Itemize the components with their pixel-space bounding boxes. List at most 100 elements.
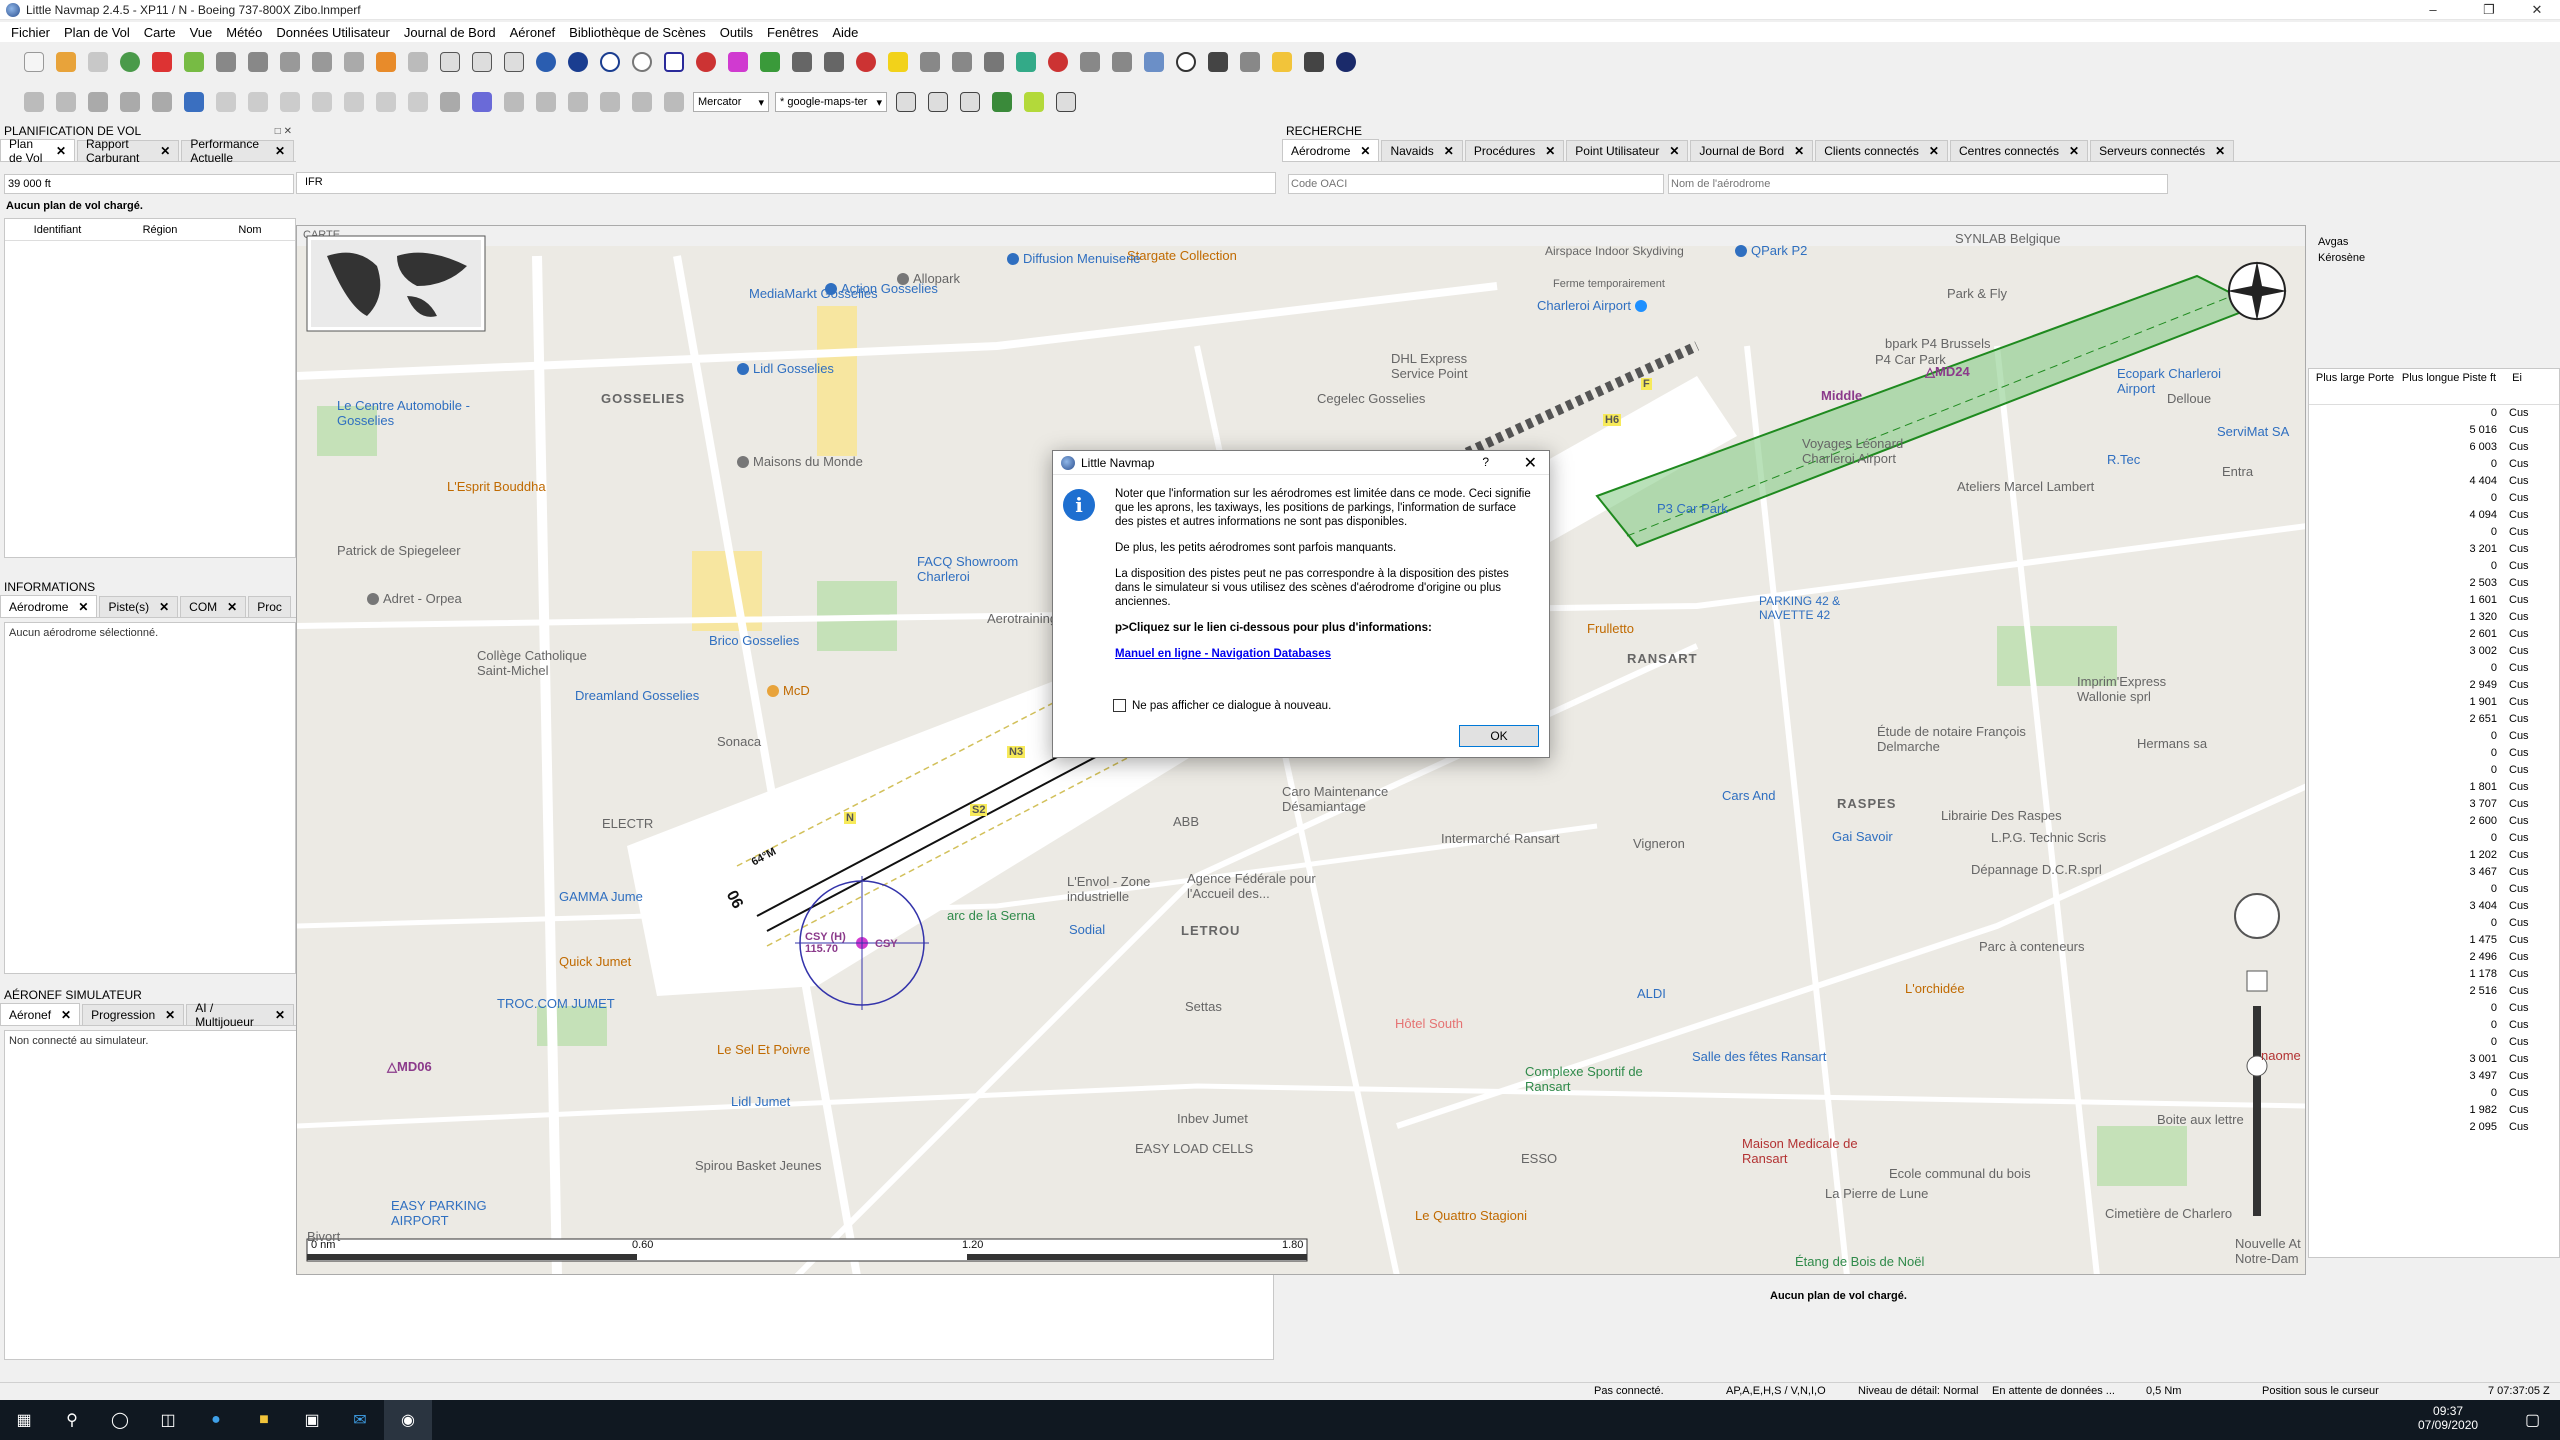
plane3-icon[interactable]	[1076, 48, 1104, 76]
poi-maison-med[interactable]: Maison Medicale de Ransart	[1742, 1136, 1882, 1166]
tab-pistes[interactable]: Piste(s) ✕	[99, 596, 179, 617]
redo-icon[interactable]	[52, 88, 80, 116]
poi-facq[interactable]: FACQ Showroom Charleroi	[917, 554, 1047, 584]
poi-spirou[interactable]: Spirou Basket Jeunes	[695, 1158, 821, 1173]
zoom-rect-icon[interactable]	[892, 88, 920, 116]
tab-plan-de-vol[interactable]: Plan de Vol ✕	[0, 137, 76, 165]
poi-ateliers[interactable]: Ateliers Marcel Lambert	[1957, 479, 2094, 494]
tool-icon[interactable]	[308, 48, 336, 76]
center-icon[interactable]	[180, 48, 208, 76]
poi-parkfly[interactable]: Park & Fly	[1947, 286, 2007, 301]
marker-md06[interactable]: △MD06	[387, 1059, 432, 1075]
poi-brico[interactable]: Brico Gosselies	[709, 633, 799, 648]
checkbox-box[interactable]	[1113, 699, 1126, 712]
wind6-icon[interactable]	[628, 88, 656, 116]
airspace-icon[interactable]	[820, 48, 848, 76]
close-icon[interactable]: ✕	[56, 144, 66, 158]
poi-dreamland[interactable]: Dreamland Gosselies	[575, 688, 699, 703]
cortana-icon[interactable]: ◯	[96, 1400, 144, 1440]
leg1-icon[interactable]	[212, 88, 240, 116]
airport-name-input[interactable]	[1668, 174, 2168, 194]
userpoint-icon[interactable]	[852, 48, 880, 76]
poi-synlab[interactable]: SYNLAB Belgique	[1955, 231, 2061, 246]
poi-lenvol[interactable]: L'Envol - Zone industrielle	[1067, 874, 1177, 904]
tab-search-serveurs[interactable]: Serveurs connectés ✕	[2090, 140, 2235, 161]
target-icon[interactable]	[1044, 48, 1072, 76]
search-icon[interactable]: ⚲	[48, 1400, 96, 1440]
poi-complexe[interactable]: Complexe Sportif de Ransart	[1525, 1064, 1655, 1094]
tab-ai-multijoueur[interactable]: AI / Multijoueur ✕	[186, 1001, 294, 1029]
poi-adret[interactable]: Adret - Orpea	[367, 591, 462, 606]
close-icon[interactable]: ✕	[227, 600, 237, 614]
poi-lidl-jumet[interactable]: Lidl Jumet	[731, 1094, 790, 1109]
menu-bibliotheque[interactable]: Bibliothèque de Scènes	[562, 25, 713, 40]
star-icon[interactable]	[884, 48, 912, 76]
open-icon[interactable]	[52, 48, 80, 76]
tab-search-userpoint[interactable]: Point Utilisateur ✕	[1566, 140, 1689, 161]
new-icon[interactable]	[20, 48, 48, 76]
close-icon[interactable]: ✕	[1794, 144, 1804, 158]
airway-icon[interactable]	[756, 48, 784, 76]
poi-caro[interactable]: Caro Maintenance Désamiantage	[1282, 784, 1432, 814]
flightplan-icon[interactable]	[244, 48, 272, 76]
search-results-table[interactable]: Plus large Porte Plus longue Piste ft Ei…	[2308, 368, 2560, 1258]
panel-close-icon[interactable]: □ ✕	[275, 126, 292, 137]
col-e[interactable]: Ei	[2497, 369, 2537, 404]
menu-outils[interactable]: Outils	[713, 25, 760, 40]
leg7-icon[interactable]	[404, 88, 432, 116]
poi-intermarche[interactable]: Intermarché Ransart	[1441, 831, 1560, 846]
projection-select[interactable]: Mercator ▾	[693, 92, 769, 112]
track-icon[interactable]	[916, 48, 944, 76]
poi-vigneron[interactable]: Vigneron	[1633, 836, 1685, 851]
menu-fenetres[interactable]: Fenêtres	[760, 25, 825, 40]
save-icon[interactable]	[84, 48, 112, 76]
poi-voyages[interactable]: Voyages Léonard Charleroi Airport	[1802, 436, 1942, 466]
add-icon[interactable]	[180, 88, 208, 116]
col-region[interactable]: Région	[110, 224, 210, 236]
poi-servimat[interactable]: ServiMat SA	[2217, 424, 2289, 439]
vor-label-csy[interactable]: CSY (H) 115.70	[805, 931, 865, 955]
poi-easy-cells[interactable]: EASY LOAD CELLS	[1135, 1141, 1253, 1156]
menu-aeronef[interactable]: Aéronef	[503, 25, 563, 40]
theme-select[interactable]: * google-maps-ter ▾	[775, 92, 887, 112]
text-icon[interactable]	[956, 88, 984, 116]
poi-ecole[interactable]: Ecole communal du bois	[1889, 1166, 2031, 1181]
poi-gai-savoir[interactable]: Gai Savoir	[1832, 829, 1893, 844]
tab-com[interactable]: COM ✕	[180, 596, 247, 617]
manual-link[interactable]: Manuel en ligne - Navigation Databases	[1115, 648, 1331, 660]
grid-icon[interactable]	[1140, 48, 1168, 76]
poi-settas[interactable]: Settas	[1185, 999, 1222, 1014]
task-view-icon[interactable]: ◫	[144, 1400, 192, 1440]
marker-middle[interactable]: Middle	[1821, 388, 1862, 403]
poi-maisons-monde[interactable]: Maisons du Monde	[737, 454, 863, 469]
col-identifiant[interactable]: Identifiant	[5, 224, 110, 236]
notification-icon[interactable]: ▢	[2525, 1410, 2540, 1430]
marker-md24[interactable]: △MD24	[1925, 364, 1970, 380]
back-icon[interactable]	[372, 48, 400, 76]
poi-inbev[interactable]: Inbev Jumet	[1177, 1111, 1248, 1126]
wind2-icon[interactable]	[500, 88, 528, 116]
wind3-icon[interactable]	[532, 88, 560, 116]
vor-icon[interactable]	[628, 48, 656, 76]
globe-icon[interactable]	[1332, 48, 1360, 76]
poi-hotel-south[interactable]: Hôtel South	[1395, 1016, 1463, 1031]
airport3-icon[interactable]	[596, 48, 624, 76]
col-plus-large-porte[interactable]: Plus large Porte	[2309, 369, 2401, 404]
aircraft-icon[interactable]	[276, 48, 304, 76]
menu-carte[interactable]: Carte	[137, 25, 183, 40]
plane-icon[interactable]	[980, 48, 1008, 76]
flight-type-select[interactable]: IFR	[296, 172, 1276, 194]
close-icon[interactable]: ✕	[2514, 0, 2560, 20]
tab-search-procedures[interactable]: Procédures ✕	[1464, 140, 1565, 161]
mail-icon[interactable]: ✉	[336, 1400, 384, 1440]
sun-icon[interactable]	[1268, 48, 1296, 76]
poi-parking42[interactable]: PARKING 42 & NAVETTE 42	[1759, 594, 1869, 622]
airport2-icon[interactable]	[564, 48, 592, 76]
menu-donnees-utilisateur[interactable]: Données Utilisateur	[269, 25, 396, 40]
poi-college[interactable]: Collège Catholique Saint-Michel	[477, 648, 607, 678]
measure-icon[interactable]	[1300, 48, 1328, 76]
clock[interactable]: 09:37 07/09/2020	[2418, 1404, 2478, 1432]
waypoint-icon[interactable]	[724, 48, 752, 76]
poi-librairie[interactable]: Librairie Des Raspes	[1941, 808, 2062, 823]
poi-rtec[interactable]: R.Tec	[2107, 452, 2140, 467]
